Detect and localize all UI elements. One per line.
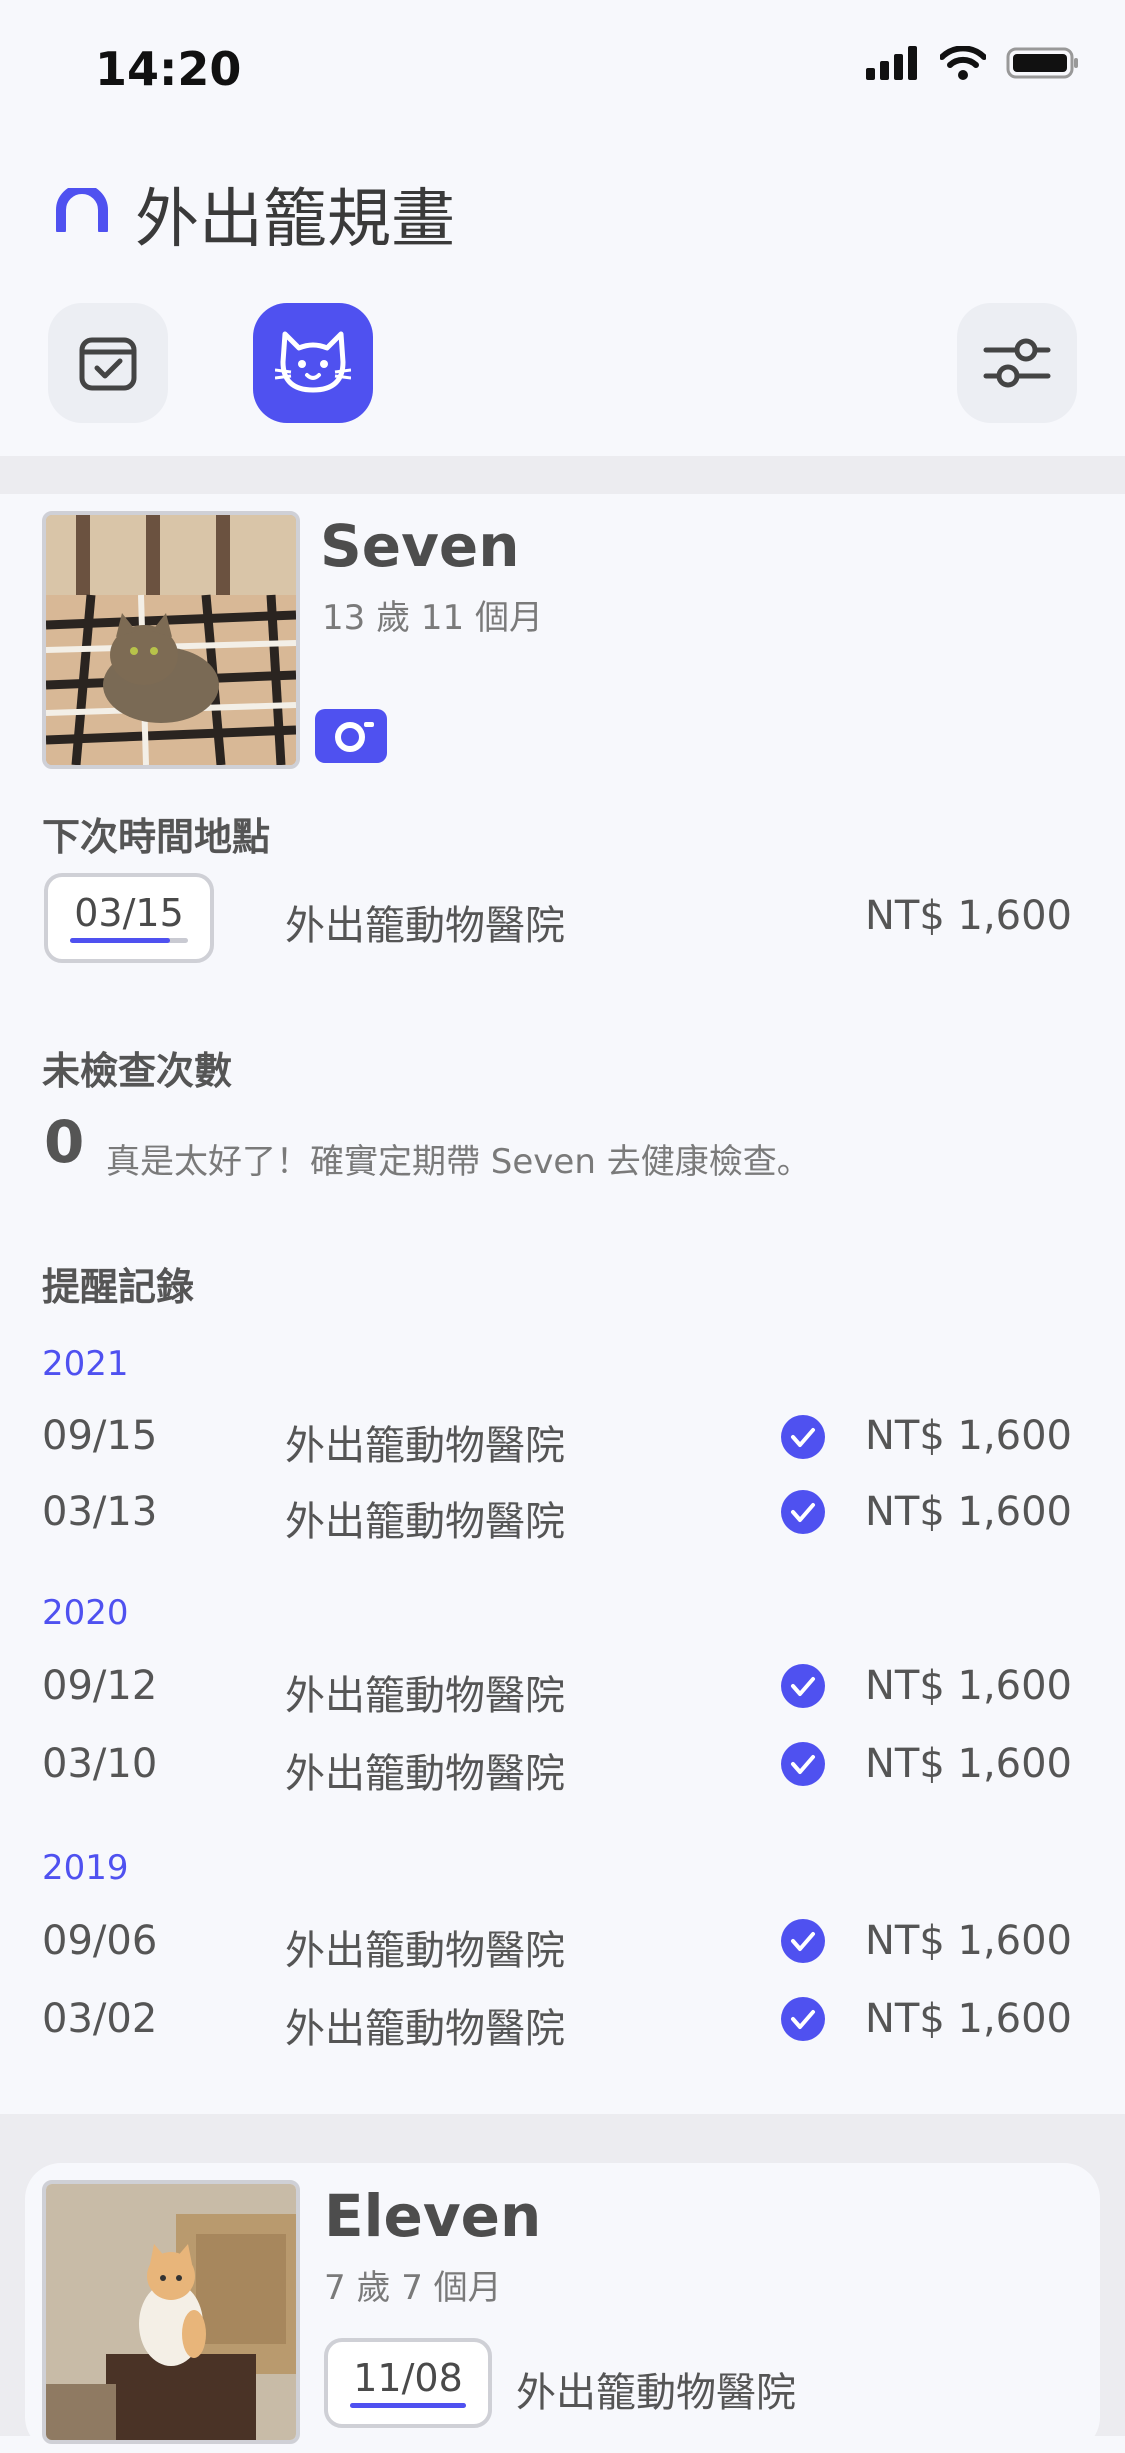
record-price: NT$ 1,600 <box>864 1741 1072 1787</box>
record-price: NT$ 1,600 <box>864 1918 1072 1964</box>
record-date: 03/13 <box>42 1489 158 1535</box>
section-divider <box>0 456 1125 494</box>
next-date-chip[interactable]: 03/15 <box>44 873 214 963</box>
check-circle-icon <box>781 1919 825 1963</box>
sliders-icon <box>983 338 1051 388</box>
pet-name: Seven <box>320 512 520 580</box>
check-circle-icon <box>781 1997 825 2041</box>
settings-button[interactable] <box>957 303 1077 423</box>
unchecked-message: 真是太好了！確實定期帶 Seven 去健康檢查。 <box>106 1142 811 1182</box>
next-date-chip[interactable]: 11/08 <box>324 2338 492 2428</box>
record-date: 03/02 <box>42 1996 158 2042</box>
record-year: 2021 <box>42 1344 129 1384</box>
record-price: NT$ 1,600 <box>864 1663 1072 1709</box>
calendar-check-icon <box>79 337 137 391</box>
next-price: NT$ 1,600 <box>864 893 1072 939</box>
page-title: 外出籠規畫 <box>135 183 455 257</box>
record-hospital: 外出籠動物醫院 <box>285 1499 565 1545</box>
date-progress-fill <box>350 2403 466 2408</box>
record-price: NT$ 1,600 <box>864 1996 1072 2042</box>
cat-icon <box>275 331 351 393</box>
record-date: 09/06 <box>42 1918 158 1964</box>
pet-name: Eleven <box>324 2182 542 2250</box>
battery-icon <box>1006 47 1078 79</box>
date-progress-track <box>70 938 188 943</box>
next-schedule-title: 下次時間地點 <box>42 815 271 859</box>
record-hospital: 外出籠動物醫院 <box>285 1751 565 1797</box>
record-year: 2019 <box>42 1848 129 1888</box>
unchecked-title: 未檢查次數 <box>42 1049 233 1093</box>
check-circle-icon <box>781 1742 825 1786</box>
next-hospital: 外出籠動物醫院 <box>516 2370 796 2416</box>
signal-icon <box>866 46 917 80</box>
record-hospital: 外出籠動物醫院 <box>285 1423 565 1469</box>
calendar-tab-button[interactable] <box>48 303 168 423</box>
check-circle-icon <box>781 1415 825 1459</box>
pet-age: 7 歲 7 個月 <box>324 2268 502 2308</box>
date-progress-fill <box>70 938 171 943</box>
cat-tab-button[interactable] <box>253 303 373 423</box>
cat-photo-illustration <box>46 515 296 765</box>
record-price: NT$ 1,600 <box>864 1489 1072 1535</box>
logo-icon <box>56 188 108 232</box>
record-price: NT$ 1,600 <box>864 1413 1072 1459</box>
record-hospital: 外出籠動物醫院 <box>285 1928 565 1974</box>
pet-photo[interactable] <box>42 511 300 769</box>
unchecked-count: 0 <box>44 1108 85 1176</box>
cat-photo-illustration <box>46 2184 296 2440</box>
date-progress-track <box>350 2403 466 2408</box>
camera-button[interactable] <box>315 709 387 763</box>
check-circle-icon <box>781 1490 825 1534</box>
next-date: 11/08 <box>353 2356 463 2400</box>
pet-age: 13 歲 11 個月 <box>322 598 543 638</box>
next-date: 03/15 <box>74 891 184 935</box>
record-date: 03/10 <box>42 1741 158 1787</box>
check-circle-icon <box>781 1664 825 1708</box>
status-time: 14:20 <box>95 42 242 96</box>
next-hospital: 外出籠動物醫院 <box>285 903 565 949</box>
record-hospital: 外出籠動物醫院 <box>285 1673 565 1719</box>
records-title: 提醒記錄 <box>42 1265 195 1309</box>
record-hospital: 外出籠動物醫院 <box>285 2006 565 2052</box>
pet-photo[interactable] <box>42 2180 300 2444</box>
status-icons <box>866 46 1080 80</box>
record-date: 09/15 <box>42 1413 158 1459</box>
record-date: 09/12 <box>42 1663 158 1709</box>
wifi-icon <box>940 46 986 80</box>
camera-icon <box>335 722 374 752</box>
record-year: 2020 <box>42 1593 129 1633</box>
